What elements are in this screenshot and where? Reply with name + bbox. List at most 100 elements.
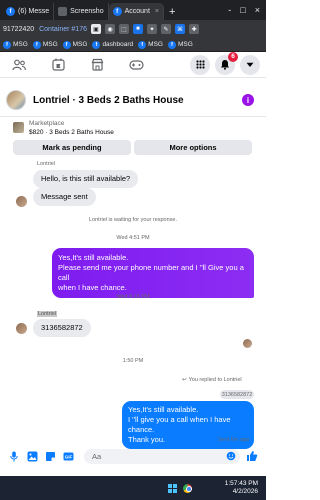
seen-avatar bbox=[243, 339, 252, 348]
timestamp: Wed 8:16 PM bbox=[116, 294, 150, 300]
tab-screenshot[interactable]: Screensho bbox=[54, 3, 109, 20]
message-bubble[interactable]: Message sent bbox=[33, 188, 96, 206]
facebook-icon: f bbox=[32, 40, 41, 49]
screenshot-icon[interactable]: ▣ bbox=[90, 24, 101, 34]
listing-actions: Mark as pending More options bbox=[13, 140, 252, 155]
close-tab-icon[interactable]: × bbox=[155, 8, 159, 15]
minimize-button[interactable]: - bbox=[228, 5, 231, 15]
image-icon[interactable] bbox=[26, 450, 38, 462]
message-line: Please send me your phone number and I '… bbox=[58, 263, 244, 282]
emoji-icon[interactable] bbox=[226, 451, 236, 463]
clock-time: 1:57:43 PM bbox=[224, 480, 258, 487]
avatar[interactable] bbox=[16, 196, 27, 207]
listing-avatar[interactable] bbox=[6, 90, 26, 110]
facebook-icon: f bbox=[3, 40, 11, 49]
sent-status: Sent 6m ago bbox=[218, 437, 250, 443]
tab-messenger[interactable]: f (6) Messe bbox=[2, 3, 55, 20]
timestamp: 1:50 PM bbox=[122, 358, 144, 364]
bookmark-msg[interactable]: f MSG bbox=[32, 40, 58, 49]
sender-name: Lontriel bbox=[37, 161, 56, 167]
extension-icon[interactable]: ⌘ bbox=[174, 24, 185, 34]
extension-icon[interactable]: ■ bbox=[132, 24, 143, 34]
reply-icon: ↩ bbox=[182, 377, 187, 383]
quoted-reply[interactable]: 3136582872 bbox=[220, 390, 254, 399]
bookmark-dashboard[interactable]: f dashboard bbox=[92, 40, 134, 49]
message-input[interactable]: Aa bbox=[84, 448, 240, 464]
nav-actions: 6 bbox=[190, 51, 266, 75]
chat-title[interactable]: Lontriel · 3 Beds 2 Baths House bbox=[33, 95, 184, 106]
facebook-icon: f bbox=[92, 40, 101, 49]
replied-note: ↩ You replied to Lontriel bbox=[182, 377, 242, 383]
facebook-icon: f bbox=[6, 7, 15, 16]
more-options-button[interactable]: More options bbox=[134, 140, 252, 155]
message-bubble[interactable]: Hello, is this still available? bbox=[33, 170, 139, 188]
close-window-button[interactable]: × bbox=[255, 5, 260, 15]
svg-text:GIF: GIF bbox=[64, 454, 72, 459]
maximize-button[interactable]: □ bbox=[240, 5, 245, 15]
chrome-icon[interactable] bbox=[183, 483, 192, 493]
bookmark-label: MSG bbox=[177, 41, 193, 48]
extension-icon[interactable]: ✎ bbox=[160, 24, 171, 34]
container-label: Container #176 bbox=[39, 25, 87, 33]
message-line: when I have chance. bbox=[58, 283, 127, 292]
bookmark-label: MSG bbox=[72, 41, 88, 48]
gif-icon[interactable]: GIF bbox=[62, 450, 74, 462]
windows-start-icon[interactable] bbox=[168, 483, 177, 493]
waiting-note: Lontriel is waiting for your response. bbox=[88, 217, 178, 223]
like-icon[interactable] bbox=[246, 450, 258, 462]
bookmark-label: dashboard bbox=[102, 41, 134, 48]
new-tab-button[interactable]: + bbox=[164, 3, 180, 20]
puzzle-icon[interactable]: ✚ bbox=[188, 24, 199, 34]
marketplace-icon[interactable] bbox=[87, 55, 107, 75]
window-controls: - □ × bbox=[228, 0, 266, 20]
friends-icon[interactable] bbox=[9, 55, 29, 75]
listing-card[interactable]: Marketplace $820 · 3 Beds 2 Baths House bbox=[13, 120, 114, 136]
listing-meta: Marketplace bbox=[29, 120, 65, 127]
browser-toolbar: 91722420 Container #176 ▣ ◉ ⬚ ■ ✦ ✎ ⌘ ✚ bbox=[0, 20, 266, 38]
facebook-icon: f bbox=[112, 7, 122, 16]
bookmark-msg[interactable]: f MSG bbox=[167, 40, 193, 49]
bell-icon bbox=[221, 60, 229, 70]
tab-label: (6) Messe bbox=[18, 8, 50, 15]
tab-label: Screensho bbox=[70, 8, 104, 15]
avatar[interactable] bbox=[16, 323, 27, 334]
message-input-placeholder: Aa bbox=[92, 451, 102, 461]
sticker-icon[interactable] bbox=[44, 450, 56, 462]
tab-label: Account bbox=[124, 8, 150, 15]
extension-icon[interactable]: ⬚ bbox=[118, 24, 129, 34]
address-bar[interactable]: 91722420 Container #176 bbox=[3, 26, 87, 33]
mark-pending-button[interactable]: Mark as pending bbox=[13, 140, 131, 155]
replied-note-text: You replied to Lontriel bbox=[188, 377, 242, 383]
bookmark-label: MSG bbox=[13, 41, 28, 48]
menu-grid-icon[interactable] bbox=[190, 54, 210, 75]
listing-title: $820 · 3 Beds 2 Baths House bbox=[29, 129, 114, 136]
tab-account[interactable]: f Account × bbox=[108, 3, 164, 20]
info-icon[interactable]: i bbox=[242, 94, 254, 106]
bookmark-label: MSG bbox=[148, 41, 163, 48]
outgoing-message-bubble[interactable]: Yes,It's still available. Please send me… bbox=[52, 248, 254, 298]
message-line: I ''ll give you a call when I have chanc… bbox=[128, 415, 231, 434]
sender-name: Lontriel bbox=[37, 311, 58, 317]
page-icon bbox=[58, 7, 68, 16]
chevron-down-icon bbox=[246, 62, 254, 67]
pages-icon[interactable] bbox=[48, 55, 68, 75]
notification-badge: 6 bbox=[228, 51, 238, 62]
bookmark-msg[interactable]: f MSG bbox=[138, 40, 163, 49]
system-clock[interactable]: 1:57:43 PM 4/2/2026 bbox=[225, 480, 258, 496]
bookmarks-bar: f MSG f MSG f MSG f dashboard f MSG f MSG bbox=[0, 38, 266, 52]
notifications-button[interactable]: 6 bbox=[215, 51, 238, 75]
extension-icon[interactable]: ✦ bbox=[146, 24, 157, 34]
extension-icon[interactable]: ◉ bbox=[104, 24, 115, 34]
bookmark-msg[interactable]: f MSG bbox=[3, 40, 28, 49]
message-line: Yes,It's still available. bbox=[128, 405, 199, 414]
account-menu-button[interactable] bbox=[240, 54, 260, 75]
facebook-top-nav: 6 bbox=[0, 51, 266, 78]
microphone-icon[interactable] bbox=[8, 450, 20, 462]
gaming-icon[interactable] bbox=[126, 55, 146, 75]
address-text: 91722420 bbox=[3, 25, 35, 33]
chat-header: Lontriel · 3 Beds 2 Baths House i bbox=[6, 87, 260, 113]
message-bubble[interactable]: 3136582872 bbox=[33, 319, 91, 337]
bookmark-msg[interactable]: f MSG bbox=[62, 40, 88, 49]
message-composer: GIF Aa bbox=[0, 447, 266, 465]
facebook-icon: f bbox=[167, 40, 176, 49]
